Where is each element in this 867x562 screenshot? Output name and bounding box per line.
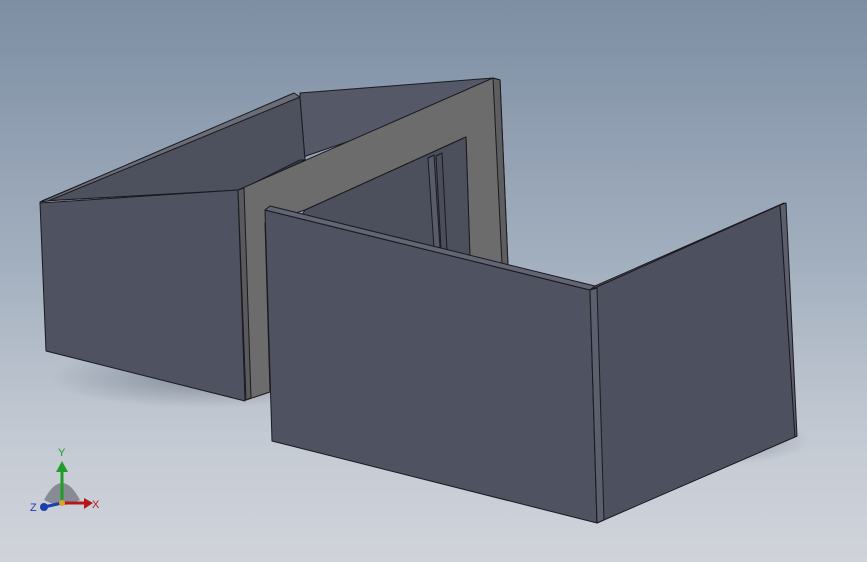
z-axis-label: Z	[30, 502, 37, 514]
view-orientation-triad[interactable]: Y X Z	[0, 0, 867, 562]
y-axis-arrow-icon	[56, 461, 68, 472]
triad-origin-icon	[59, 500, 65, 506]
graphics-viewport[interactable]: Y X Z	[0, 0, 867, 562]
x-axis-label: X	[92, 499, 100, 511]
y-axis-label: Y	[58, 447, 66, 459]
z-axis-dot-icon	[40, 503, 48, 511]
